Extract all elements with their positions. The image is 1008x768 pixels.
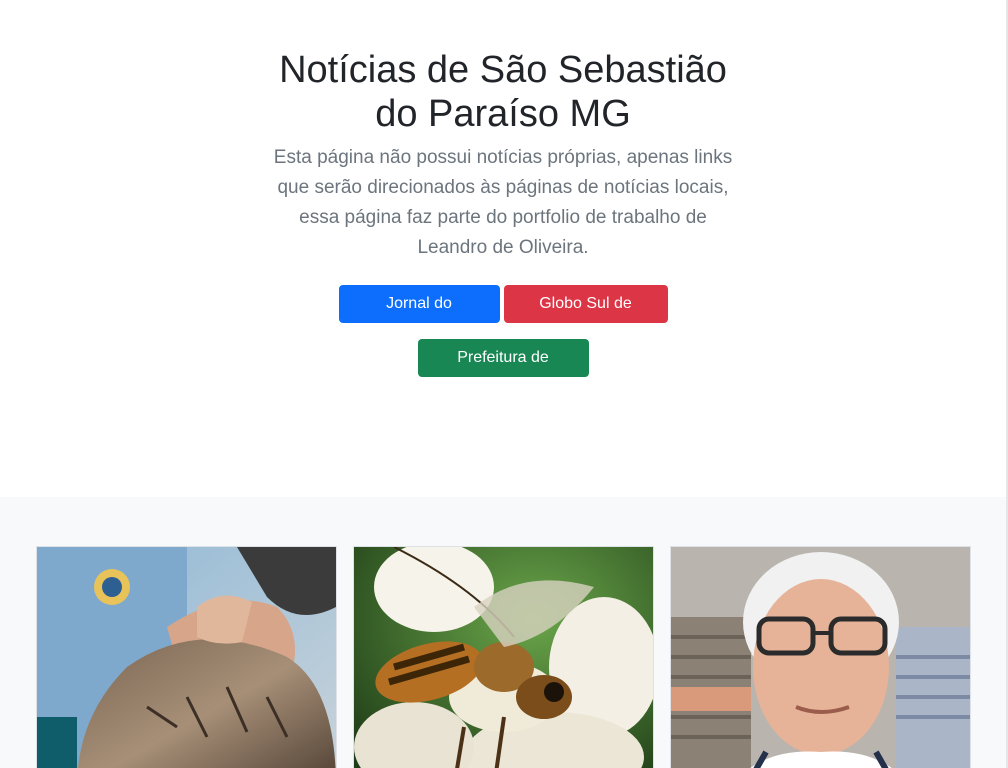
news-album-section xyxy=(0,497,1006,768)
page-title: Notícias de São Sebastião do Paraíso MG xyxy=(279,49,727,135)
news-card[interactable] xyxy=(670,546,971,768)
news-card[interactable] xyxy=(353,546,654,768)
page: Notícias de São Sebastião do Paraíso MG … xyxy=(0,0,1008,768)
news-card[interactable] xyxy=(36,546,337,768)
prefeitura-de-paraiso-button[interactable]: Prefeitura de Paraíso xyxy=(417,339,589,404)
hero-lead-text: Esta página não possui notícias próprias… xyxy=(273,147,733,258)
elderly-man-with-glasses-photo xyxy=(671,547,970,768)
dog-being-examined-photo xyxy=(37,547,336,768)
news-links-row: Jornal do SudoesteGlobo Sul de Minas xyxy=(0,285,1006,350)
globo-sul-de-minas-button[interactable]: Globo Sul de Minas xyxy=(503,285,668,350)
hero-section: Notícias de São Sebastião do Paraíso MG … xyxy=(0,0,1006,497)
news-links-row-2: Prefeitura de Paraíso xyxy=(0,339,1006,404)
bee-on-white-flower-photo xyxy=(354,547,653,768)
jornal-do-sudoeste-button[interactable]: Jornal do Sudoeste xyxy=(338,285,500,350)
